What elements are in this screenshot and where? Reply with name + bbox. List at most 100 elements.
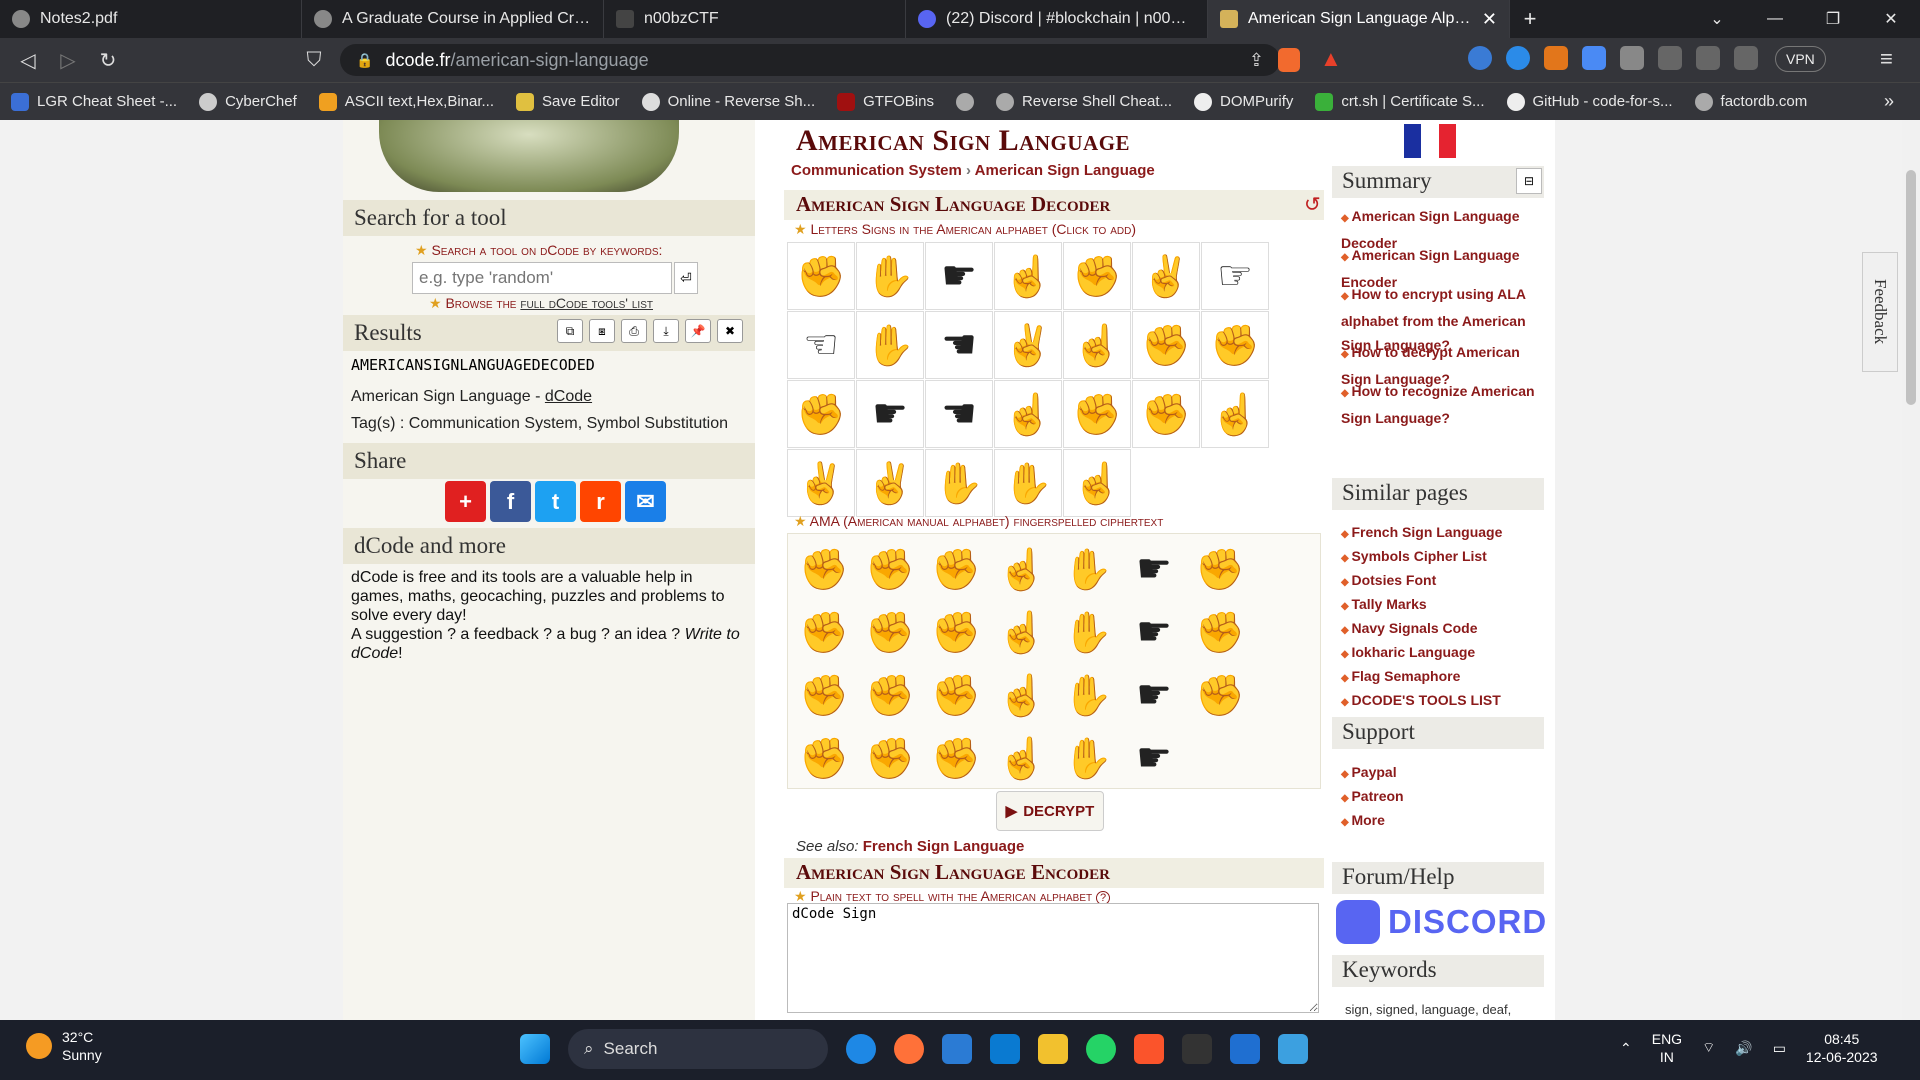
full-tools-list-link[interactable]: full dCode tools' list — [520, 295, 653, 311]
page-scrollbar[interactable] — [1902, 120, 1920, 1020]
taskbar-search[interactable]: ⌕ Search — [568, 1029, 828, 1069]
letter-sign-button[interactable]: ✋ — [925, 449, 993, 517]
letter-sign-button[interactable]: ☝ — [1063, 311, 1131, 379]
tab-notes-pdf[interactable]: Notes2.pdf — [0, 0, 302, 38]
sidebar-link[interactable]: Navy Signals Code — [1341, 616, 1541, 643]
wallet-icon[interactable] — [1734, 46, 1758, 70]
tool-search-input[interactable] — [412, 262, 672, 294]
forward-icon[interactable]: ▷ — [48, 48, 88, 73]
bookmark-item[interactable]: LGR Cheat Sheet -... — [0, 92, 188, 111]
sidebar-link[interactable]: French Sign Language — [1341, 520, 1541, 547]
letter-sign-button[interactable]: ✋ — [856, 311, 924, 379]
tab-search-icon[interactable]: ⌄ — [1688, 0, 1746, 38]
puzzle-icon[interactable] — [1620, 46, 1644, 70]
bookmark-item[interactable]: Reverse Shell Cheat... — [985, 92, 1183, 111]
share-icon[interactable]: ⇪ — [1249, 50, 1264, 71]
dcode-link[interactable]: dCode — [545, 388, 592, 405]
result-output[interactable]: AMERICANSIGNLANGUAGEDECODED — [351, 356, 595, 374]
bookmark-item[interactable]: factordb.com — [1684, 92, 1819, 111]
vpn-button[interactable]: VPN — [1775, 46, 1826, 72]
back-icon[interactable]: ◁ — [8, 48, 48, 73]
scrollbar-thumb[interactable] — [1906, 170, 1916, 405]
tab-dcode-asl[interactable]: American Sign Language Alphabe ✕ — [1208, 0, 1510, 38]
whatsapp-icon[interactable] — [1086, 1034, 1116, 1064]
app-icon[interactable] — [846, 1034, 876, 1064]
letter-sign-button[interactable]: ☝ — [994, 242, 1062, 310]
letter-sign-button[interactable]: ✊ — [1063, 242, 1131, 310]
bookmark-item[interactable]: ASCII text,Hex,Binar... — [308, 92, 505, 111]
close-icon[interactable]: ✖ — [717, 319, 743, 343]
letter-sign-button[interactable]: ✋ — [856, 242, 924, 310]
sidebar-link[interactable]: Tally Marks — [1341, 592, 1541, 619]
clock[interactable]: 08:45 12-06-2023 — [1806, 1030, 1878, 1066]
letter-sign-button[interactable]: ☝ — [1063, 449, 1131, 517]
brave-rewards-icon[interactable]: ▲ — [1320, 46, 1342, 72]
letter-sign-button[interactable]: ✌ — [994, 311, 1062, 379]
weather-widget[interactable]: 32°C Sunny — [26, 1028, 102, 1064]
language-indicator[interactable]: ENG IN — [1652, 1030, 1682, 1066]
see-also-link[interactable]: French Sign Language — [863, 838, 1025, 855]
search-submit-button[interactable]: ⏎ — [674, 262, 698, 294]
facebook-icon[interactable]: f — [490, 481, 531, 522]
plaintext-input[interactable]: dCode Sign — [787, 903, 1319, 1013]
letter-sign-button[interactable]: ☝ — [1201, 380, 1269, 448]
firefox-icon[interactable] — [894, 1034, 924, 1064]
tab-crypto-course[interactable]: A Graduate Course in Applied Cryptog — [302, 0, 604, 38]
letter-sign-button[interactable]: ✋ — [994, 449, 1062, 517]
app-icon[interactable] — [1230, 1034, 1260, 1064]
addthis-icon[interactable]: + — [445, 481, 486, 522]
letter-sign-button[interactable]: ✌ — [1132, 242, 1200, 310]
battery-icon[interactable]: ▭ — [1773, 1040, 1786, 1057]
download-icon[interactable]: ⤓ — [653, 319, 679, 343]
breadcrumb-link[interactable]: American Sign Language — [975, 162, 1155, 179]
restore-button[interactable]: ❐ — [1804, 0, 1862, 38]
new-tab-button[interactable]: + — [1510, 0, 1550, 38]
bookmarks-overflow[interactable]: » — [1884, 91, 1894, 112]
menu-icon[interactable]: ≡ — [1880, 46, 1893, 72]
address-bar[interactable]: 🔒 dcode.fr/american-sign-language ⇪ — [340, 44, 1280, 76]
clear-icon[interactable]: ⧆ — [589, 319, 615, 343]
summary-link[interactable]: How to recognize American Sign Language? — [1341, 379, 1546, 430]
bookmark-item[interactable]: Save Editor — [505, 92, 631, 111]
twitter-icon[interactable]: t — [535, 481, 576, 522]
collapse-icon[interactable]: ⊟ — [1516, 168, 1542, 194]
bookmark-item[interactable]: GTFOBins — [826, 92, 945, 111]
decrypt-button[interactable]: ▶ DECRYPT — [996, 791, 1104, 831]
letter-sign-button[interactable]: ✌ — [787, 449, 855, 517]
letter-sign-button[interactable]: ☛ — [856, 380, 924, 448]
bookmark-item[interactable] — [945, 92, 985, 111]
app-icon[interactable] — [942, 1034, 972, 1064]
feedback-tab[interactable]: Feedback — [1862, 252, 1898, 372]
letter-sign-button[interactable]: ✌ — [856, 449, 924, 517]
sidebar-link[interactable]: Flag Semaphore — [1341, 664, 1541, 691]
email-icon[interactable]: ✉ — [625, 481, 666, 522]
sidebar-link[interactable]: Paypal — [1341, 760, 1541, 787]
letter-sign-button[interactable]: ☞ — [1201, 242, 1269, 310]
pin-icon[interactable]: 📌 — [685, 319, 711, 343]
bookmark-item[interactable]: GitHub - code-for-s... — [1496, 92, 1684, 111]
close-window-button[interactable]: ✕ — [1862, 0, 1920, 38]
ciphertext-box[interactable]: ✊ ✊ ✊ ☝ ✋ ☛ ✊ ✊ ✊ ✊ ☝ ✋ ☛ ✊ ✊ ✊ ✊ ☝ ✋ ☛ ✊ ✊ ✊ ✊ ☝ ✋ ☛ — [787, 533, 1321, 789]
bookmark-icon[interactable]: ⛉ — [294, 49, 334, 72]
minimize-button[interactable]: — — [1746, 0, 1804, 38]
french-flag-icon[interactable] — [1404, 124, 1456, 158]
sidebar-link[interactable]: More — [1341, 808, 1541, 835]
chevron-up-icon[interactable]: ⌃ — [1620, 1040, 1632, 1057]
tab-n00bzctf[interactable]: n00bzCTF — [604, 0, 906, 38]
letter-sign-button[interactable]: ✊ — [787, 380, 855, 448]
file-explorer-icon[interactable] — [1038, 1034, 1068, 1064]
letter-sign-button[interactable]: ✊ — [1201, 311, 1269, 379]
letter-sign-button[interactable]: ✊ — [1063, 380, 1131, 448]
vscode-icon[interactable] — [990, 1034, 1020, 1064]
sidebar-link[interactable]: Iokharic Language — [1341, 640, 1541, 667]
bookmark-item[interactable]: DOMPurify — [1183, 92, 1304, 111]
print-icon[interactable]: ⎙ — [621, 319, 647, 343]
reload-icon[interactable]: ↻ — [88, 48, 128, 73]
terminal-icon[interactable] — [1182, 1034, 1212, 1064]
translate-icon[interactable] — [1582, 46, 1606, 70]
discord-link[interactable]: DISCORD — [1336, 900, 1547, 944]
sidebar-icon[interactable] — [1696, 46, 1720, 70]
download-icon[interactable] — [1658, 46, 1682, 70]
tab-discord[interactable]: (22) Discord | #blockchain | n00bzCTF — [906, 0, 1208, 38]
copy-icon[interactable]: ⧉ — [557, 319, 583, 343]
